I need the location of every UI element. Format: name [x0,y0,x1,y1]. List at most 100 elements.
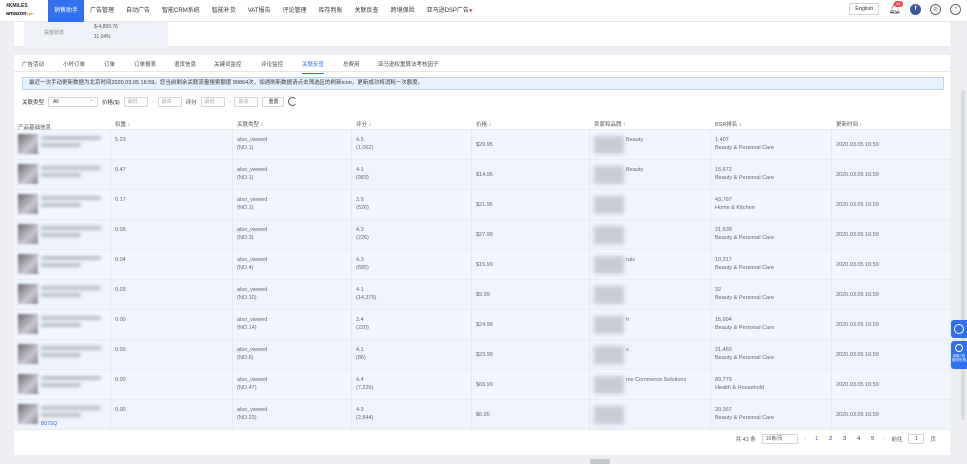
tab[interactable]: 关键词监控 [214,60,242,68]
page-size-select[interactable]: 10条/页 [761,434,798,444]
page-number[interactable]: 1 [812,436,822,442]
tab[interactable]: 评论监控 [261,60,283,68]
column-header[interactable]: 关联类型 ⇕ [233,119,352,129]
product-title-blurred[interactable] [41,136,101,140]
column-header[interactable]: 更新时间 ⇕ [832,119,950,129]
product-title-blurred[interactable] [41,376,101,380]
product-asin-blurred[interactable] [41,233,81,237]
product-title-blurred[interactable] [41,406,101,410]
table-row[interactable]: 0.47 also_viewed (NO.1) 4.1 (983) $14.95… [14,160,950,190]
sort-icon[interactable]: ⇕ [622,122,626,127]
tab[interactable]: 总费用 [343,60,360,68]
tab[interactable]: 亚马逊权重算法考核因子 [378,60,439,68]
table-row[interactable]: 0.05 also_viewed (NO.3) 4.3 (226) $27.99… [14,220,950,250]
nav-item[interactable]: 关联反查 [349,0,385,22]
table-row[interactable]: 0.00 also_viewed (NO.14) 3.4 (220) $24.9… [14,310,950,340]
column-header[interactable]: 评分 ⇕ [352,119,472,129]
column-header[interactable]: 权重 ⇕ [111,119,233,129]
product-thumbnail[interactable] [18,314,38,334]
product-title-blurred[interactable] [41,256,101,260]
rating-max-input[interactable]: 最高 [234,96,259,107]
scrollbar[interactable] [961,90,965,420]
nav-item[interactable]: 智能CRM系统 [156,0,206,22]
product-title-blurred[interactable] [41,286,101,290]
product-title-blurred[interactable] [41,226,101,230]
product-title-blurred[interactable] [41,166,101,170]
refresh-icon[interactable] [288,97,298,106]
page-number[interactable]: 5 [868,436,878,442]
promo-widget[interactable]: 领取7折 服务优惠 [951,341,967,369]
product-thumbnail[interactable] [18,254,38,274]
nav-item[interactable]: VAT报告 [242,0,277,22]
nav-item[interactable]: 广告管理 [84,0,120,22]
page-number[interactable]: 4 [854,436,864,442]
product-asin-blurred[interactable] [41,293,81,297]
product-asin-blurred[interactable] [41,413,81,417]
asin-link[interactable]: B07SQ [41,421,57,427]
product-thumbnail[interactable] [18,194,38,214]
nav-item[interactable]: 自动广告 [120,0,156,22]
logo[interactable]: 4KMILES amazonspn [0,0,48,22]
prev-page-icon[interactable]: ‹ [804,436,806,442]
product-thumbnail[interactable] [18,374,38,394]
chat-widget[interactable] [951,320,967,338]
column-header[interactable]: 价格 ⇕ [472,119,590,129]
tab[interactable]: 关联反查 [302,60,325,74]
user-icon[interactable]: ◔ [950,3,961,15]
product-thumbnail[interactable] [18,134,38,154]
tab[interactable]: 广告活动 [22,60,44,68]
product-thumbnail[interactable] [18,344,38,364]
product-asin-blurred[interactable] [41,173,81,177]
sort-icon[interactable]: ⇕ [259,122,263,127]
column-header[interactable]: BSR排名 ⇕ [711,119,832,129]
facebook-icon[interactable]: f [910,3,921,15]
link-icon[interactable]: ⊘ [930,3,941,15]
product-asin-blurred[interactable] [41,353,81,357]
tab[interactable]: 订单 [104,60,115,68]
table-row[interactable]: B07SQ 0.00 also_viewed (NO.23) 4.3 (2,84… [14,400,950,430]
tab[interactable]: 小时订单 [63,60,85,68]
column-header[interactable]: 卖家和品牌 ⇕ [590,119,711,129]
product-thumbnail[interactable] [18,164,38,184]
product-thumbnail[interactable] [18,404,38,424]
table-row[interactable]: 0.04 also_viewed (NO.4) 4.3 (685) $15.99… [14,250,950,280]
table-row[interactable]: 0.03 also_viewed (NO.10) 4.1 (14,375) $9… [14,280,950,310]
bottom-scroll-handle[interactable] [590,459,610,464]
product-title-blurred[interactable] [41,316,101,320]
nav-item[interactable]: 评论管理 [277,0,313,22]
sort-icon[interactable]: ⇕ [126,122,130,127]
product-asin-blurred[interactable] [41,203,81,207]
type-filter-select[interactable]: All [48,96,99,107]
product-thumbnail[interactable] [18,224,38,244]
product-title-blurred[interactable] [41,196,101,200]
language-button[interactable]: English [849,3,880,15]
column-header[interactable]: 产品基础信息 [14,119,111,131]
nav-item[interactable]: 库存判账 [313,0,349,22]
product-thumbnail[interactable] [18,284,38,304]
page-number[interactable]: 3 [840,436,850,442]
reset-button[interactable]: 重置 [262,96,285,107]
sort-icon[interactable]: ⇕ [367,122,371,127]
tab[interactable]: 订单报表 [134,60,156,68]
product-title-blurred[interactable] [41,346,101,350]
sort-icon[interactable]: ⇕ [737,122,741,127]
product-asin-blurred[interactable] [41,383,81,387]
nav-item[interactable]: 销售助手 [48,0,85,22]
tab[interactable]: 退货信息 [174,60,196,68]
product-asin-blurred[interactable] [41,143,81,147]
table-row[interactable]: 0.17 also_viewed (NO.1) 3.9 (526) $21.95… [14,190,950,220]
sort-icon[interactable]: ⇕ [858,122,862,127]
table-row[interactable]: 5.23 also_viewed (NO.1) 4.5 (1,062) $29.… [14,130,950,160]
table-row[interactable]: 0.00 also_viewed (NO.6) 4.1 (86) $23.99 … [14,340,950,370]
table-row[interactable]: 0.00 also_viewed (NO.47) 4.4 (7,226) $69… [14,370,950,400]
bell-icon[interactable]: 🔔︎ 41 [888,0,903,15]
product-asin-blurred[interactable] [41,323,81,327]
sort-icon[interactable]: ⇕ [487,122,491,127]
product-asin-blurred[interactable] [41,263,81,267]
price-max-input[interactable]: 最高 [157,96,182,107]
rating-min-input[interactable]: 最低 [200,96,225,107]
nav-item[interactable]: 亚马逊DSP广告● [421,0,479,22]
page-number[interactable]: 2 [826,436,836,442]
next-page-icon[interactable]: › [884,436,886,442]
price-min-input[interactable]: 最低 [123,96,148,107]
